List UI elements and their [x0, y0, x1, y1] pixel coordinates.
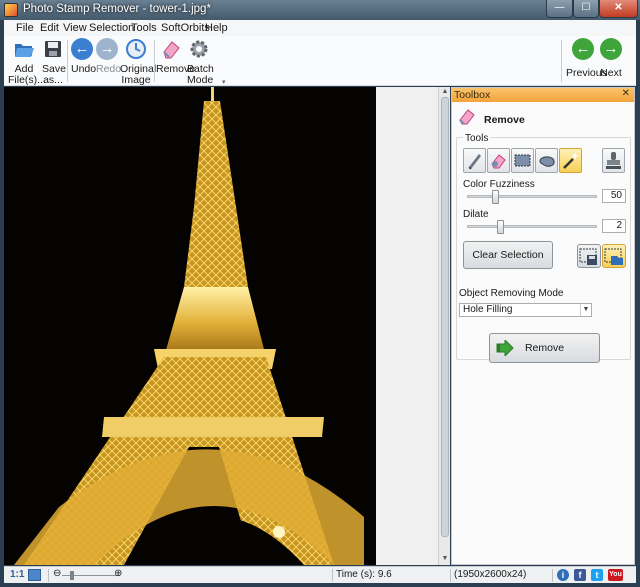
menu-help[interactable]: Help	[205, 22, 228, 34]
color-fuzziness-value[interactable]: 50	[602, 189, 626, 203]
twitter-icon[interactable]: t	[591, 569, 603, 581]
scroll-up-icon[interactable]: ▲	[441, 88, 449, 96]
dilate-slider-thumb[interactable]	[497, 220, 505, 234]
batch-mode-button[interactable]: Batch Mode	[187, 38, 214, 86]
lasso-tool-button[interactable]	[535, 148, 558, 173]
menu-edit[interactable]: Edit	[40, 22, 59, 34]
stamp-tool-button[interactable]	[602, 148, 625, 173]
menu-bar: File Edit View Selection Tools SoftOrbit…	[4, 20, 636, 36]
status-bar: 1:1 ⊖ ⊕ Time (s): 9.6 (1950x2600x24) i f…	[4, 566, 636, 583]
toolbar-separator	[154, 40, 155, 82]
eiffel-tower-image	[4, 87, 376, 565]
original-image-button[interactable]: Original Image	[120, 38, 156, 86]
load-selection-icon	[604, 248, 623, 265]
status-separator	[552, 569, 553, 582]
save-as-button[interactable]: Save as...	[42, 38, 66, 86]
toolbar-separator	[561, 40, 562, 82]
pencil-icon	[468, 154, 481, 170]
toolbar: Add File(s)... Save as... ← Undo → Redo …	[4, 36, 636, 86]
rect-select-tool-button[interactable]	[511, 148, 534, 173]
status-separator	[48, 569, 49, 582]
maximize-button[interactable]: ☐	[573, 0, 599, 18]
redo-button[interactable]: → Redo	[96, 38, 121, 75]
image-canvas[interactable]	[4, 87, 438, 565]
color-fuzziness-label: Color Fuzziness	[463, 179, 535, 190]
scroll-down-icon[interactable]: ▼	[441, 555, 449, 563]
menu-tools[interactable]: Tools	[131, 22, 157, 34]
zoom-out-icon[interactable]: ⊖	[53, 568, 61, 579]
eraser-tool-button[interactable]	[487, 148, 510, 173]
menu-softorbits[interactable]: SoftOrbits	[161, 22, 210, 34]
dilate-value[interactable]: 2	[602, 219, 626, 233]
save-icon	[45, 41, 61, 57]
remove-button[interactable]: Remove	[489, 333, 600, 363]
info-icon[interactable]: i	[557, 569, 569, 581]
status-separator	[450, 569, 451, 582]
gear-icon	[190, 40, 208, 58]
undo-button[interactable]: ← Undo	[71, 38, 96, 75]
minimize-button[interactable]: —	[546, 0, 573, 18]
previous-button[interactable]: ← Previous	[566, 38, 607, 79]
eraser-icon	[491, 154, 506, 169]
object-mode-label: Object Removing Mode	[459, 288, 564, 299]
status-separator	[332, 569, 333, 582]
toolbox-header: Toolbox ✕	[452, 88, 634, 102]
color-fuzziness-slider-thumb[interactable]	[492, 190, 500, 204]
scrollbar-thumb[interactable]	[441, 97, 449, 537]
redo-icon: →	[96, 38, 118, 60]
save-selection-button[interactable]	[577, 244, 601, 268]
magic-wand-tool-button[interactable]	[559, 148, 582, 173]
magic-wand-icon	[563, 152, 579, 169]
toolbox-close-icon[interactable]: ✕	[622, 88, 630, 99]
remove-arrow-icon	[496, 340, 514, 356]
zoom-actual-size[interactable]: 1:1	[10, 569, 24, 580]
menu-view[interactable]: View	[63, 22, 87, 34]
tools-group-label: Tools	[463, 133, 491, 144]
chevron-down-icon: ▼	[580, 304, 591, 316]
add-files-button[interactable]: Add File(s)...	[8, 38, 46, 86]
previous-icon: ←	[572, 38, 594, 60]
app-icon	[4, 3, 18, 17]
time-status: Time (s): 9.6	[336, 569, 392, 580]
rect-select-icon	[514, 154, 531, 167]
toolbar-separator	[67, 40, 68, 82]
lasso-icon	[539, 156, 555, 167]
next-button[interactable]: → Next	[600, 38, 622, 79]
fit-window-icon[interactable]	[28, 569, 41, 581]
photo-eiffel-tower[interactable]	[4, 87, 376, 565]
dilate-slider[interactable]	[467, 220, 597, 234]
remove-toolbar-button[interactable]: Remove	[156, 38, 195, 75]
load-selection-button[interactable]	[602, 244, 626, 268]
object-mode-select[interactable]: Hole Filling ▼	[459, 303, 592, 317]
toolbar-overflow-icon[interactable]: ▾	[222, 78, 226, 86]
zoom-in-icon[interactable]: ⊕	[114, 568, 122, 579]
menu-selection[interactable]: Selection	[89, 22, 134, 34]
zoom-slider-thumb[interactable]	[70, 571, 74, 580]
toolbox-title: Remove	[484, 114, 525, 126]
folder-open-icon	[15, 44, 34, 57]
facebook-icon[interactable]: f	[574, 569, 586, 581]
image-dimensions: (1950x2600x24)	[454, 569, 527, 580]
pencil-tool-button[interactable]	[463, 148, 486, 173]
next-icon: →	[600, 38, 622, 60]
save-selection-icon	[579, 248, 597, 265]
undo-icon: ←	[71, 38, 93, 60]
vertical-scrollbar[interactable]: ▲ ▼	[438, 87, 450, 565]
clear-selection-button[interactable]: Clear Selection	[463, 241, 553, 269]
menu-file[interactable]: File	[16, 22, 34, 34]
stamp-icon	[606, 152, 621, 169]
remove-eraser-icon	[459, 109, 475, 125]
title-bar: Photo Stamp Remover - tower-1.jpg* — ☐ ✕	[0, 0, 640, 20]
color-fuzziness-slider[interactable]	[467, 190, 597, 204]
eraser-icon	[163, 41, 180, 59]
window-title: Photo Stamp Remover - tower-1.jpg*	[23, 3, 211, 15]
close-button[interactable]: ✕	[599, 0, 638, 18]
toolbox-panel: Toolbox ✕ Remove Tools Color Fuzziness 5…	[451, 87, 635, 565]
dilate-label: Dilate	[463, 209, 489, 220]
youtube-icon[interactable]: You	[608, 569, 623, 581]
original-image-icon	[126, 39, 146, 59]
